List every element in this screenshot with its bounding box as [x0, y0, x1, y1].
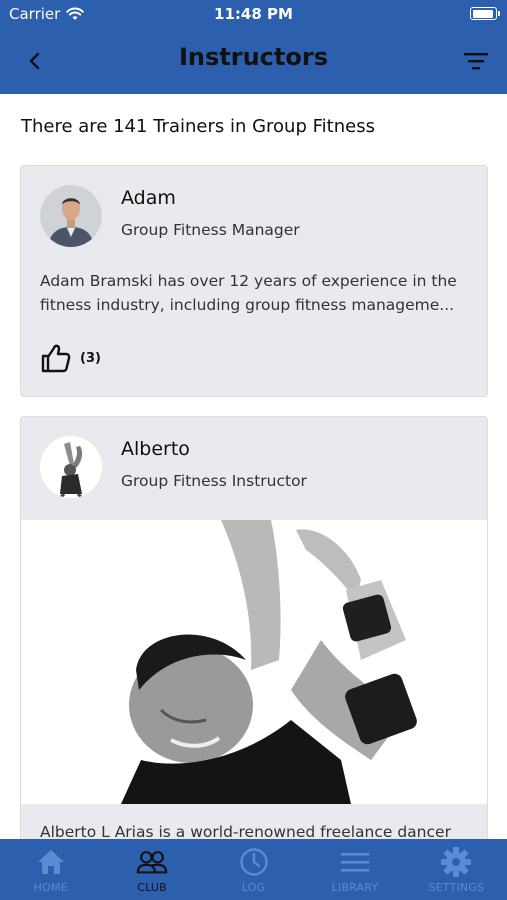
thumbs-up-icon[interactable] — [40, 342, 72, 374]
app-header: Carrier 11:48 PM Instructors — [0, 0, 507, 94]
tab-settings[interactable]: SETTINGS — [406, 839, 507, 900]
tab-log[interactable]: LOG — [203, 839, 304, 900]
sort-button[interactable] — [461, 46, 491, 76]
like-count: (3) — [80, 350, 101, 366]
trainer-bio: Adam Bramski has over 12 years of experi… — [40, 272, 457, 314]
trainer-role: Group Fitness Instructor — [121, 472, 307, 490]
tab-label: LIBRARY — [331, 881, 379, 894]
trainer-photo — [21, 520, 487, 804]
trainer-card[interactable]: Adam Group Fitness Manager Adam Bramski … — [20, 165, 488, 397]
home-icon — [35, 846, 67, 878]
status-time: 11:48 PM — [214, 5, 293, 23]
trainer-count: There are 141 Trainers in Group Fitness — [21, 116, 375, 137]
trainer-bio: Alberto L Arias is a world-renowned free… — [40, 823, 451, 839]
clock-icon — [238, 846, 270, 878]
list-icon — [339, 846, 371, 878]
trainer-role: Group Fitness Manager — [121, 221, 300, 239]
gear-icon — [440, 846, 472, 878]
avatar — [40, 185, 102, 247]
tab-home[interactable]: HOME — [0, 839, 101, 900]
like-control[interactable]: (3) — [40, 342, 101, 374]
trainer-name: Alberto — [121, 438, 190, 460]
tab-club[interactable]: CLUB — [101, 839, 202, 900]
tab-bar: HOME CLUB LOG LIBRARY SETTINGS — [0, 839, 507, 900]
trainer-name: Adam — [121, 187, 176, 209]
status-bar: Carrier 11:48 PM — [0, 0, 507, 30]
tab-label: CLUB — [137, 881, 167, 894]
sort-icon — [464, 53, 488, 70]
battery-icon — [470, 7, 500, 20]
tab-label: SETTINGS — [428, 881, 485, 894]
page-title: Instructors — [178, 43, 328, 71]
avatar — [40, 436, 102, 498]
nav-bar: Instructors — [0, 30, 507, 94]
trainer-card[interactable]: Alberto Group Fitness Instructor Alberto… — [20, 416, 488, 839]
tab-library[interactable]: LIBRARY — [304, 839, 405, 900]
trainer-list[interactable]: There are 141 Trainers in Group Fitness … — [0, 94, 507, 839]
tab-label: LOG — [241, 881, 266, 894]
group-icon — [136, 846, 168, 878]
tab-label: HOME — [33, 881, 68, 894]
